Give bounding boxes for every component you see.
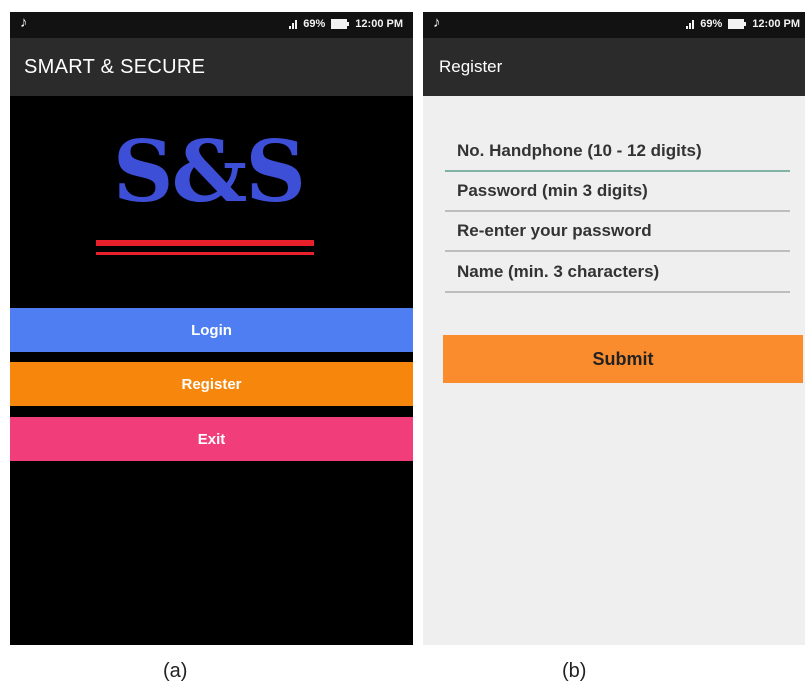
submit-button[interactable]: Submit xyxy=(443,335,803,383)
name-field[interactable]: Name (min. 3 characters) xyxy=(445,253,790,293)
reenter-password-field[interactable]: Re-enter your password xyxy=(445,212,790,252)
register-screen: ♪ 69% 12:00 PM Register No. Handphone (1… xyxy=(423,12,805,645)
logo-underline-thin xyxy=(96,252,314,255)
password-field[interactable]: Password (min 3 digits) xyxy=(445,172,790,212)
status-time: 12:00 PM xyxy=(752,18,800,30)
main-screen: ♪ 69% 12:00 PM SMART & SECURE S&S Login … xyxy=(10,12,413,645)
status-time: 12:00 PM xyxy=(355,18,403,30)
battery-percent: 69% xyxy=(700,18,723,30)
phone-number-field[interactable]: No. Handphone (10 - 12 digits) xyxy=(445,132,790,172)
status-right: 69% 12:00 PM xyxy=(289,18,403,30)
app-logo: S&S xyxy=(112,122,306,221)
music-note-icon: ♪ xyxy=(20,14,28,31)
signal-icon xyxy=(289,19,298,29)
battery-percent: 69% xyxy=(303,18,326,30)
logo-underline-thick xyxy=(96,240,314,246)
caption-a: (a) xyxy=(163,660,188,682)
battery-icon xyxy=(728,19,747,29)
battery-icon xyxy=(331,19,350,29)
register-button[interactable]: Register xyxy=(10,362,413,406)
status-bar: ♪ 69% 12:00 PM xyxy=(423,12,805,38)
app-title: SMART & SECURE xyxy=(24,55,206,78)
screen-title: Register xyxy=(439,57,503,76)
exit-button[interactable]: Exit xyxy=(10,417,413,461)
status-bar: ♪ 69% 12:00 PM xyxy=(10,12,413,38)
status-right: 69% 12:00 PM xyxy=(686,18,800,30)
app-bar: Register xyxy=(423,38,805,96)
login-button[interactable]: Login xyxy=(10,308,413,352)
app-bar: SMART & SECURE xyxy=(10,38,413,96)
signal-icon xyxy=(686,19,695,29)
caption-b: (b) xyxy=(562,660,587,682)
music-note-icon: ♪ xyxy=(433,14,441,31)
